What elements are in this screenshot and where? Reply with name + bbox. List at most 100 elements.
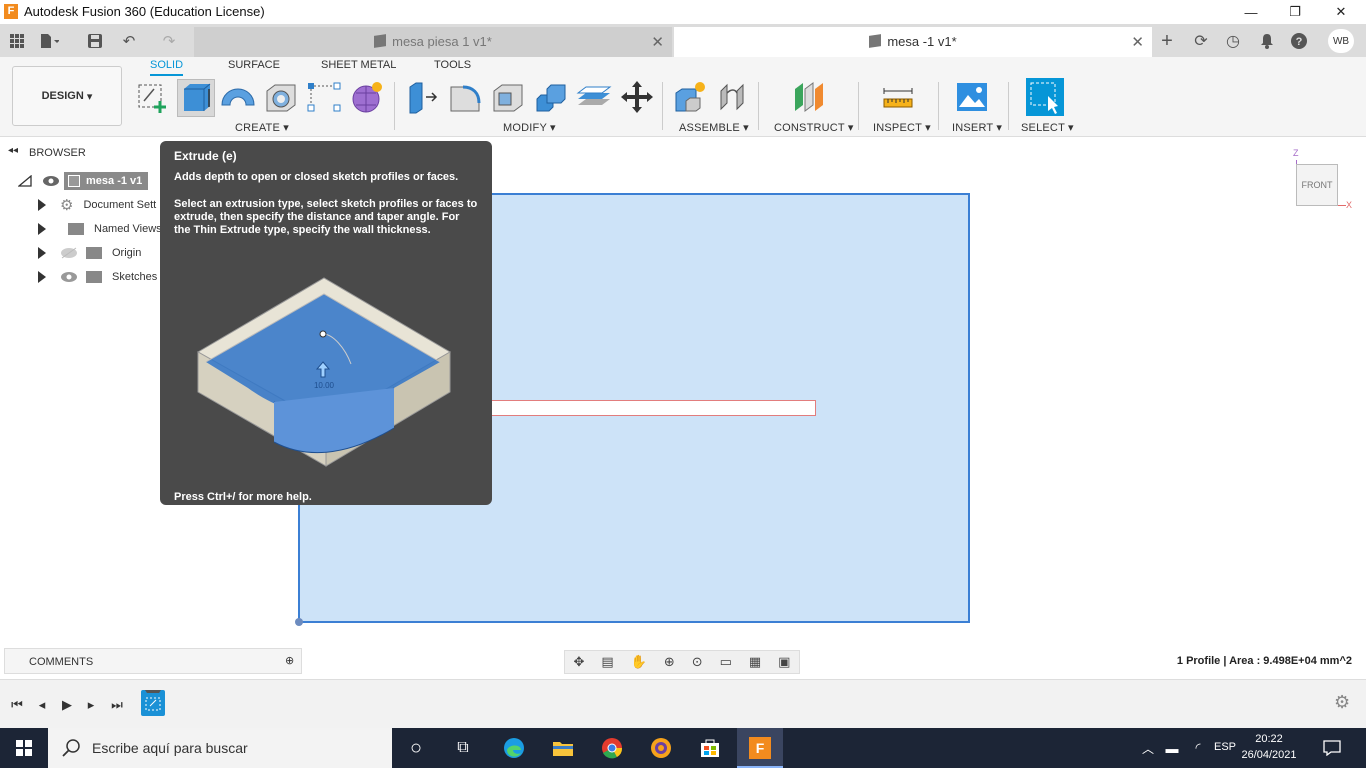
viewports-icon[interactable]: ▣ — [778, 654, 790, 670]
browser-item-document-settings[interactable]: ⚙ Document Sett — [38, 194, 156, 216]
combine-icon[interactable] — [533, 79, 569, 115]
redo-icon[interactable]: ↷ — [158, 30, 180, 52]
microsoft-store-icon[interactable] — [698, 736, 722, 760]
hidden-eye-icon[interactable] — [60, 247, 78, 259]
wifi-icon[interactable]: ◜ — [1186, 736, 1210, 760]
tab-mesa-1[interactable]: mesa -1 v1* ✕ — [674, 27, 1152, 57]
browser-item-named-views[interactable]: Named Views — [38, 218, 162, 240]
visibility-eye-icon[interactable] — [42, 175, 60, 187]
inspect-menu[interactable]: INSPECT ▾ — [873, 121, 931, 134]
select-menu[interactable]: SELECT ▾ — [1021, 121, 1074, 134]
visibility-eye-icon[interactable] — [60, 271, 78, 283]
zoom-icon[interactable]: ⊕ — [664, 654, 675, 670]
timeline-first-icon[interactable]: ⏮ — [8, 697, 26, 713]
root-component-label[interactable]: mesa -1 v1 — [64, 172, 149, 190]
orbit-icon[interactable]: ✥ — [573, 654, 584, 670]
data-panel-grid-icon[interactable] — [6, 30, 28, 52]
action-center-icon[interactable] — [1320, 736, 1344, 760]
show-hidden-icons-chevron-icon[interactable]: ︿ — [1136, 736, 1160, 760]
edge-browser-icon[interactable] — [502, 736, 526, 760]
sketch-slot-profile[interactable] — [470, 400, 816, 416]
timeline-next-icon[interactable]: ▸ — [82, 697, 100, 713]
measure-icon[interactable] — [880, 79, 916, 115]
viewcube[interactable]: FRONT — [1296, 164, 1338, 206]
offset-plane-icon[interactable] — [791, 79, 827, 115]
help-icon[interactable]: ? — [1286, 29, 1312, 53]
look-at-icon[interactable]: ▤ — [601, 654, 613, 670]
collapsed-triangle-icon[interactable] — [38, 247, 46, 259]
create-form-icon[interactable] — [349, 79, 385, 115]
close-tab-icon[interactable]: ✕ — [651, 33, 664, 51]
notifications-bell-icon[interactable] — [1254, 29, 1280, 53]
close-tab-icon[interactable]: ✕ — [1131, 33, 1144, 51]
modify-menu[interactable]: MODIFY ▾ — [503, 121, 556, 134]
browser-item-origin[interactable]: Origin — [38, 242, 141, 264]
collapsed-triangle-icon[interactable] — [38, 271, 46, 283]
joint-icon[interactable] — [715, 79, 751, 115]
offset-face-icon[interactable] — [576, 79, 612, 115]
create-sketch-icon[interactable] — [136, 79, 172, 115]
browser-panel-header[interactable]: ◂◂ BROWSER — [4, 143, 158, 163]
tab-mesa-piesa[interactable]: mesa piesa 1 v1* ✕ — [194, 27, 672, 57]
fit-icon[interactable]: ⊙ — [692, 654, 703, 670]
comments-panel[interactable]: COMMENTS ⊕ — [4, 648, 302, 674]
browser-item-sketches[interactable]: Sketches — [38, 266, 157, 288]
cortana-icon[interactable]: ○ — [404, 736, 428, 760]
create-menu[interactable]: CREATE ▾ — [235, 121, 289, 134]
new-component-icon[interactable] — [672, 79, 708, 115]
windows-start-button[interactable] — [0, 728, 48, 768]
tab-surface[interactable]: SURFACE — [228, 59, 280, 71]
firefox-like-browser-icon[interactable] — [649, 736, 673, 760]
fillet-icon[interactable] — [447, 79, 483, 115]
grid-settings-icon[interactable]: ▦ — [749, 654, 761, 670]
extrude-icon[interactable] — [178, 79, 214, 115]
refresh-extensions-icon[interactable]: ⟳ — [1188, 29, 1214, 53]
shell-icon[interactable] — [490, 79, 526, 115]
add-comment-icon[interactable]: ⊕ — [285, 654, 294, 667]
sketch-origin-point[interactable] — [295, 618, 303, 626]
select-icon[interactable] — [1026, 78, 1064, 116]
move-copy-icon[interactable] — [619, 79, 655, 115]
restore-button[interactable]: ❐ — [1272, 0, 1318, 24]
insert-menu[interactable]: INSERT ▾ — [952, 121, 1002, 134]
construct-menu[interactable]: CONSTRUCT ▾ — [774, 121, 854, 134]
timeline-prev-icon[interactable]: ◂ — [33, 697, 51, 713]
collapsed-triangle-icon[interactable] — [38, 199, 46, 211]
pattern-icon[interactable] — [306, 79, 342, 115]
timeline-sketch-feature[interactable] — [141, 690, 165, 716]
collapse-browser-icon[interactable]: ◂◂ — [8, 145, 18, 156]
expanded-triangle-icon[interactable] — [18, 175, 32, 187]
close-window-button[interactable]: ✕ — [1318, 0, 1364, 24]
file-explorer-icon[interactable] — [551, 736, 575, 760]
pan-hand-icon[interactable]: ✋ — [631, 654, 647, 670]
new-tab-plus-icon[interactable]: + — [1154, 29, 1180, 53]
user-avatar[interactable]: WB — [1328, 29, 1354, 53]
browser-root-row[interactable]: mesa -1 v1 — [18, 170, 149, 192]
revolve-icon[interactable] — [220, 79, 256, 115]
press-pull-icon[interactable] — [404, 79, 440, 115]
battery-power-icon[interactable]: ▬ — [1160, 736, 1184, 760]
taskbar-search-box[interactable]: Escribe aquí para buscar — [48, 728, 392, 768]
undo-icon[interactable]: ↶ — [118, 30, 140, 52]
timeline-settings-gear-icon[interactable]: ⚙ — [1334, 692, 1350, 713]
save-icon[interactable] — [84, 30, 106, 52]
timeline-last-icon[interactable]: ⏭ — [108, 697, 126, 713]
tab-solid[interactable]: SOLID — [150, 59, 184, 76]
task-view-icon[interactable]: ⧉ — [451, 736, 475, 760]
workspace-switcher[interactable]: DESIGN ▾ — [12, 66, 122, 126]
tab-tools[interactable]: TOOLS — [434, 59, 471, 71]
assemble-menu[interactable]: ASSEMBLE ▾ — [679, 121, 749, 134]
fusion-taskbar-button[interactable]: F — [737, 728, 783, 768]
input-language[interactable]: ESP — [1214, 741, 1236, 753]
job-status-clock-icon[interactable]: ◷ — [1220, 29, 1246, 53]
display-settings-icon[interactable]: ▭ — [720, 654, 732, 670]
file-menu-icon[interactable] — [38, 30, 60, 52]
timeline-play-icon[interactable]: ▶ — [58, 697, 76, 713]
chrome-icon[interactable] — [600, 736, 624, 760]
minimize-button[interactable]: — — [1228, 0, 1274, 24]
system-clock[interactable]: 20:22 26/04/2021 — [1238, 731, 1300, 763]
collapsed-triangle-icon[interactable] — [38, 223, 46, 235]
tab-sheet-metal[interactable]: SHEET METAL — [321, 59, 396, 71]
hole-icon[interactable] — [263, 79, 299, 115]
insert-canvas-icon[interactable] — [954, 79, 990, 115]
